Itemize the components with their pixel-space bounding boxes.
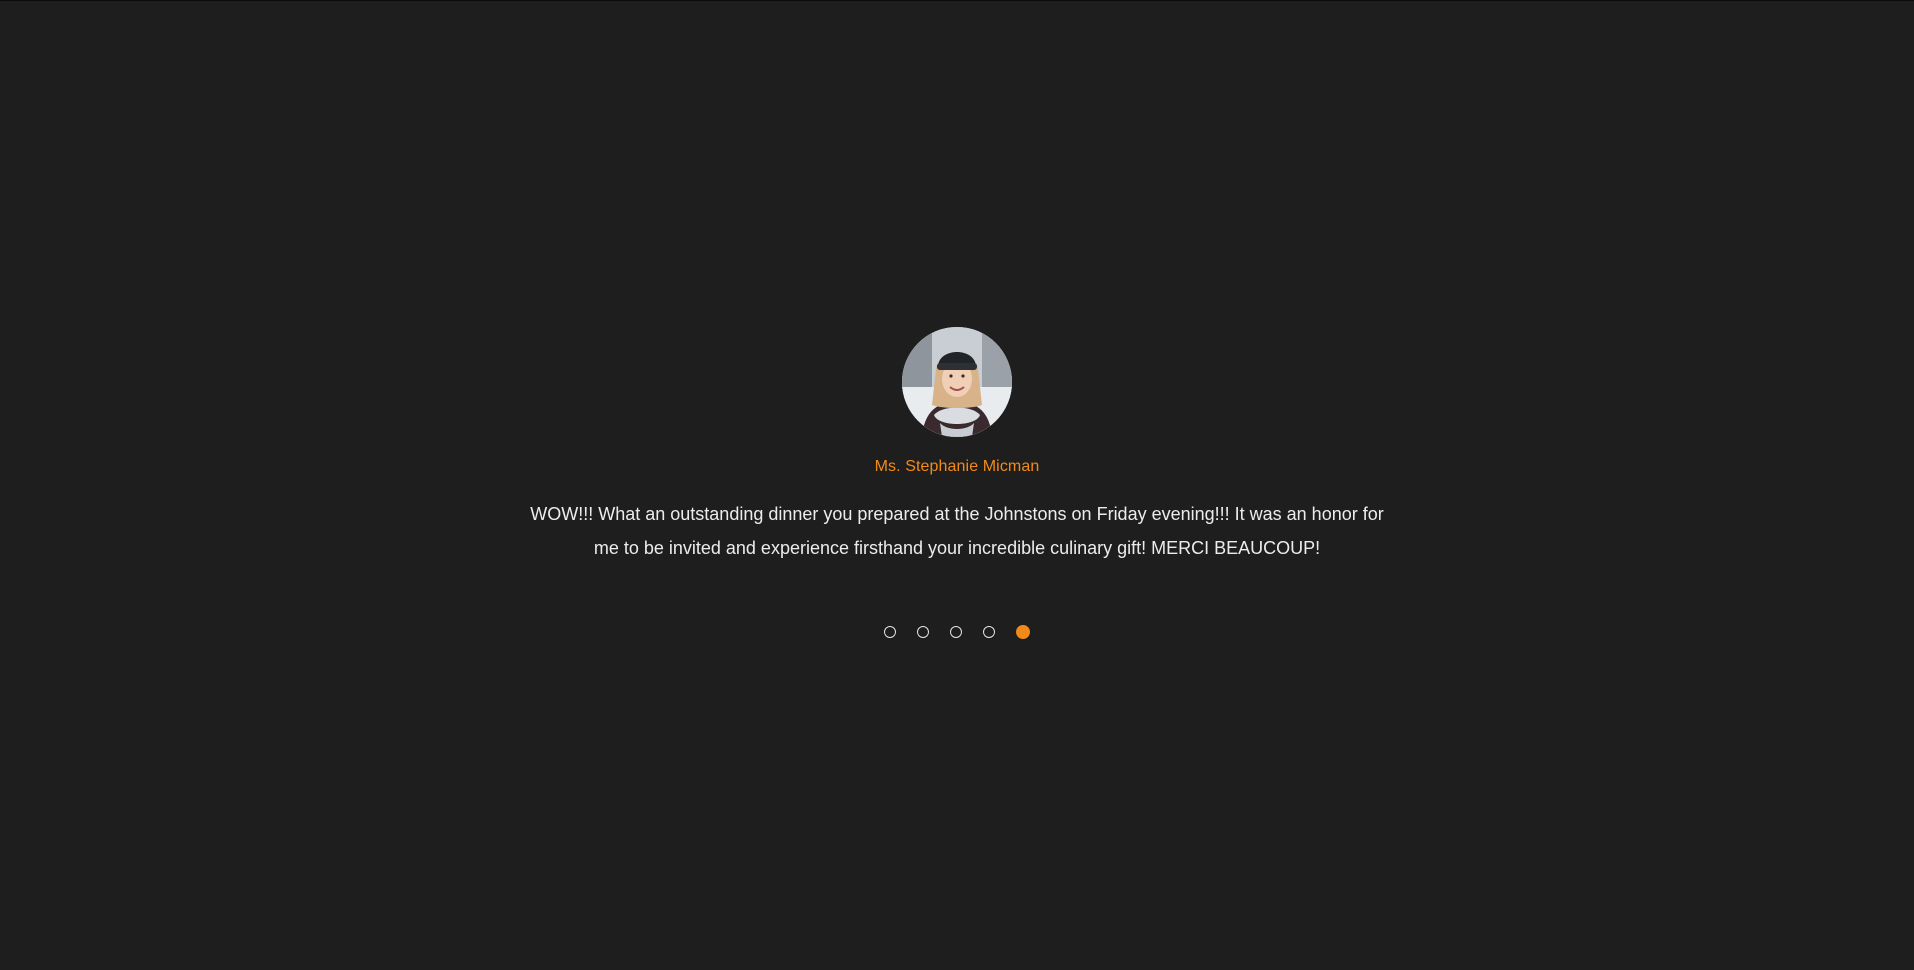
pagination-dot-3[interactable] <box>950 626 962 638</box>
page: Ms. Stephanie Micman WOW!!! What an outs… <box>0 0 1914 970</box>
author-name: Ms. Stephanie Micman <box>874 458 1040 475</box>
pagination-dot-5[interactable] <box>1016 625 1030 639</box>
testimonial-quote: WOW!!! What an outstanding dinner you pr… <box>530 504 1384 558</box>
slider-pagination <box>884 625 1030 639</box>
person-photo-icon <box>902 327 1012 437</box>
pagination-dot-4[interactable] <box>983 626 995 638</box>
author-avatar <box>902 327 1012 437</box>
pagination-dot-1[interactable] <box>884 626 896 638</box>
pagination-dot-2[interactable] <box>917 626 929 638</box>
testimonial-slider: Ms. Stephanie Micman WOW!!! What an outs… <box>0 327 1914 639</box>
